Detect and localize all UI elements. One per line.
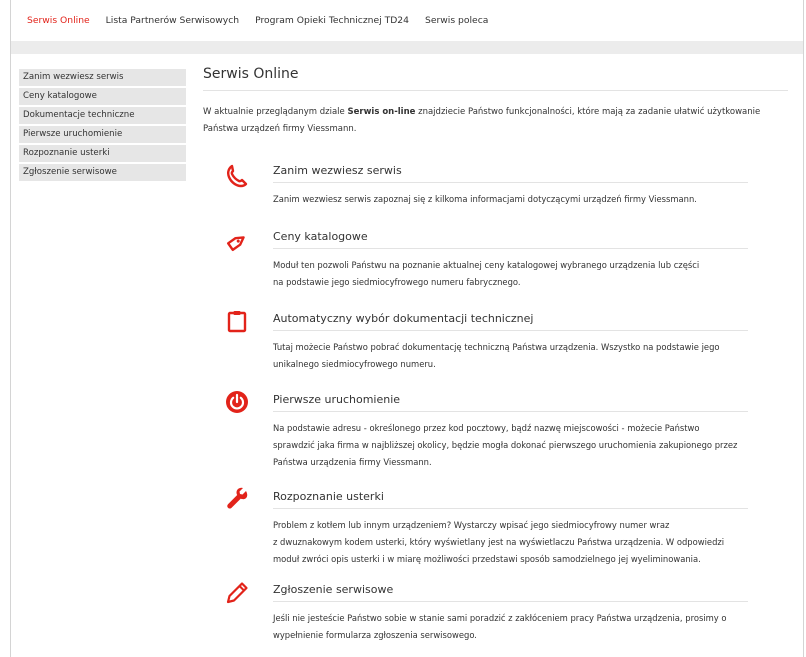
desc-line: sprawdzić jaka firma w najbliższej okoli… — [273, 440, 738, 450]
phone-icon — [227, 164, 248, 188]
desc-line: na podstawie jego siedmiocyfrowego numer… — [273, 277, 521, 287]
topnav-program-opieki[interactable]: Program Opieki Technicznej TD24 — [255, 15, 409, 26]
desc-line: Państwa urządzenia firmy Viessmann. — [273, 457, 432, 467]
pencil-icon — [226, 582, 248, 604]
sidebar-item-ceny-katalogowe[interactable]: Ceny katalogowe — [19, 88, 186, 105]
desc-line: wypełnienie formularza zgłoszenia serwis… — [273, 630, 477, 640]
section-description: Zanim wezwiesz serwis zapoznaj się z kil… — [273, 191, 753, 208]
section-description: Tutaj możecie Państwo pobrać dokumentacj… — [273, 339, 753, 373]
section-title[interactable]: Rozpoznanie usterki — [273, 490, 748, 509]
desc-line: Na podstawie adresu - określonego przez … — [273, 423, 700, 433]
sidebar: Zanim wezwiesz serwis Ceny katalogowe Do… — [19, 69, 186, 183]
page-title: Serwis Online — [203, 66, 788, 91]
topnav-lista-partnerow[interactable]: Lista Partnerów Serwisowych — [106, 15, 239, 26]
topnav-serwis-online[interactable]: Serwis Online — [27, 15, 90, 26]
clipboard-icon — [227, 311, 247, 333]
section-title[interactable]: Pierwsze uruchomienie — [273, 393, 748, 412]
header-divider-band — [11, 41, 803, 54]
desc-line: moduł zwróci opis usterki i w miarę możl… — [273, 554, 701, 564]
sidebar-item-zanim-wezwiesz[interactable]: Zanim wezwiesz serwis — [19, 69, 186, 86]
desc-line: z dwuznakowym kodem usterki, który wyświ… — [273, 537, 725, 547]
desc-line: unikalnego siedmiocyfrowego numeru. — [273, 359, 436, 369]
topnav-serwis-poleca[interactable]: Serwis poleca — [425, 15, 488, 26]
main-content: Serwis Online W aktualnie przeglądanym d… — [203, 66, 788, 640]
section-description: Jeśli nie jesteście Państwo sobie w stan… — [273, 610, 753, 644]
desc-line: Tutaj możecie Państwo pobrać dokumentacj… — [273, 342, 720, 352]
sidebar-item-dokumentacje[interactable]: Dokumentacje techniczne — [19, 107, 186, 124]
section-description: Na podstawie adresu - określonego przez … — [273, 420, 753, 471]
section-title[interactable]: Zanim wezwiesz serwis — [273, 164, 748, 183]
desc-line: Zanim wezwiesz serwis zapoznaj się z kil… — [273, 194, 697, 204]
intro-bold: Serwis on-line — [347, 107, 416, 117]
price-tag-icon — [226, 236, 245, 252]
sidebar-item-rozpoznanie-usterki[interactable]: Rozpoznanie usterki — [19, 145, 186, 162]
intro-part: W aktualnie przeglądanym dziale — [203, 107, 348, 117]
section-title[interactable]: Zgłoszenie serwisowe — [273, 583, 748, 602]
desc-line: Jeśli nie jesteście Państwo sobie w stan… — [273, 613, 727, 623]
desc-line: Moduł ten pozwoli Państwu na poznanie ak… — [273, 260, 700, 270]
section-title[interactable]: Ceny katalogowe — [273, 230, 748, 249]
section-title[interactable]: Automatyczny wybór dokumentacji technicz… — [273, 312, 748, 331]
sidebar-item-pierwsze-uruchomienie[interactable]: Pierwsze uruchomienie — [19, 126, 186, 143]
section-description: Problem z kotłem lub innym urządzeniem? … — [273, 517, 753, 568]
intro-text: W aktualnie przeglądanym dziale Serwis o… — [203, 104, 788, 138]
wrench-icon — [227, 487, 248, 509]
top-navigation: Serwis Online Lista Partnerów Serwisowyc… — [10, 0, 804, 40]
sidebar-item-zgloszenie-serwisowe[interactable]: Zgłoszenie serwisowe — [19, 164, 186, 181]
section-description: Moduł ten pozwoli Państwu na poznanie ak… — [273, 257, 753, 291]
power-icon — [226, 391, 248, 413]
desc-line: Problem z kotłem lub innym urządzeniem? … — [273, 520, 670, 530]
